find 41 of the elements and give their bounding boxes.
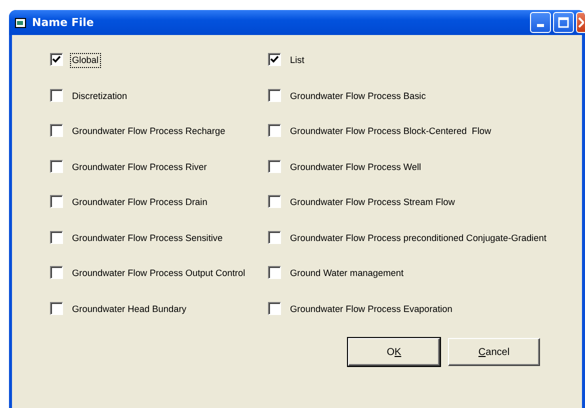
checkbox[interactable]	[268, 266, 281, 279]
checkbox[interactable]	[268, 88, 281, 102]
checkbox[interactable]	[50, 302, 63, 314]
checkbox-label[interactable]: Groundwater Flow Process Sensitive	[70, 230, 225, 246]
checkbox[interactable]	[268, 230, 281, 244]
minimize-button[interactable]	[530, 12, 551, 33]
checkbox[interactable]	[50, 266, 63, 279]
checkbox-label[interactable]: Groundwater Flow Process Well	[288, 160, 424, 174]
checkbox-label[interactable]: Ground Water management	[288, 266, 406, 281]
checkbox[interactable]	[268, 195, 281, 208]
maximize-button[interactable]	[553, 12, 574, 33]
window-icon	[15, 18, 26, 28]
checkbox-label[interactable]: Groundwater Flow Process Block-Centered Flow	[288, 124, 494, 139]
checkbox[interactable]	[268, 124, 281, 137]
checkbox[interactable]	[50, 88, 63, 102]
checkbox-label[interactable]: Groundwater Flow Process Output Control	[70, 266, 248, 281]
checkbox-label[interactable]: Discretization	[70, 88, 130, 104]
checkbox[interactable]	[50, 230, 63, 244]
checkbox-label[interactable]: Groundwater Flow Process River	[70, 160, 209, 174]
maximize-icon	[558, 17, 569, 28]
checkbox[interactable]	[268, 302, 281, 314]
checkbox-label[interactable]: Groundwater Flow Process preconditioned Conjugate-Gradient	[288, 230, 548, 246]
checkbox-label[interactable]: Global	[70, 53, 101, 68]
checkbox[interactable]	[50, 124, 63, 137]
checkbox[interactable]	[268, 160, 281, 172]
dialog-button[interactable]: OK	[348, 338, 440, 366]
close-icon	[577, 17, 584, 28]
checkbox-label[interactable]: Groundwater Flow Process Stream Flow	[288, 195, 457, 210]
checkbox-label[interactable]: Groundwater Head Bundary	[70, 302, 188, 316]
checkbox[interactable]	[50, 195, 63, 208]
checkbox[interactable]	[50, 53, 63, 66]
window-title: Name File	[32, 16, 94, 29]
checkbox-label[interactable]: List	[288, 53, 306, 68]
checkbox-label[interactable]: Groundwater Flow Process Basic	[288, 88, 428, 104]
close-button[interactable]	[576, 12, 585, 33]
checkbox[interactable]	[268, 53, 281, 66]
checkbox[interactable]	[50, 160, 63, 172]
checkbox-label[interactable]: Groundwater Flow Process Evaporation	[288, 302, 454, 316]
checkbox-label[interactable]: Groundwater Flow Process Drain	[70, 195, 210, 210]
dialog-button[interactable]: Cancel	[448, 338, 540, 366]
checkbox-label[interactable]: Groundwater Flow Process Recharge	[70, 124, 228, 139]
